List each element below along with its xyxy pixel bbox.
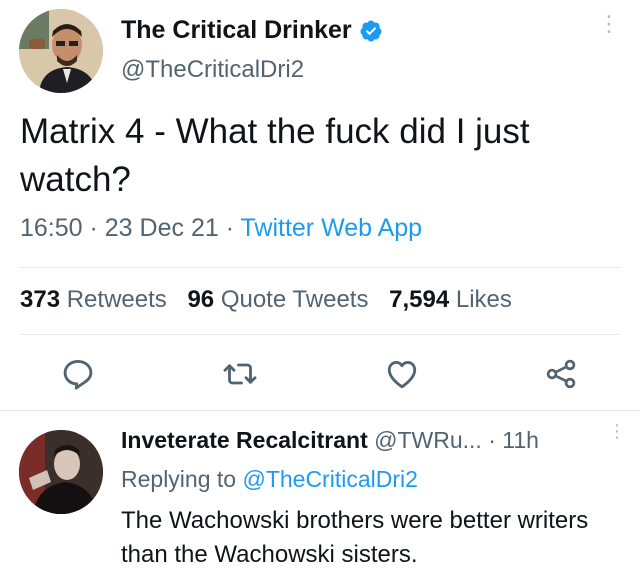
like-icon[interactable] bbox=[384, 356, 420, 392]
verified-badge-icon bbox=[360, 20, 382, 41]
divider bbox=[20, 334, 620, 335]
tweet-stats: 373 Retweets 96 Quote Tweets 7,594 Likes bbox=[20, 286, 526, 314]
retweets-stat[interactable]: 373 Retweets bbox=[20, 286, 167, 313]
quote-tweets-count: 96 bbox=[187, 286, 215, 313]
reply-handle[interactable]: @TWRu... bbox=[374, 427, 482, 453]
retweets-count: 373 bbox=[20, 286, 61, 313]
meta-separator: · bbox=[82, 214, 105, 242]
reply-author-avatar[interactable] bbox=[19, 430, 103, 514]
likes-count: 7,594 bbox=[389, 286, 450, 313]
quote-tweets-stat[interactable]: 96 Quote Tweets bbox=[187, 286, 368, 313]
retweet-icon[interactable] bbox=[222, 356, 258, 392]
tweet-date[interactable]: 23 Dec 21 bbox=[105, 214, 219, 242]
tweet-source[interactable]: Twitter Web App bbox=[241, 214, 423, 242]
reply-name-row: Inveterate Recalcitrant @TWRu... · 11h bbox=[121, 427, 539, 454]
more-options-icon[interactable]: ⋮ bbox=[598, 13, 620, 35]
tweet-time[interactable]: 16:50 bbox=[20, 214, 83, 242]
divider bbox=[20, 267, 620, 268]
reply-separator: · bbox=[481, 427, 503, 453]
author-handle[interactable]: @TheCriticalDri2 bbox=[121, 56, 304, 84]
author-avatar-image bbox=[19, 9, 103, 93]
retweets-label: Retweets bbox=[66, 286, 167, 313]
replying-to: Replying to @TheCriticalDri2 bbox=[121, 466, 418, 493]
reply-icon[interactable] bbox=[60, 356, 96, 392]
likes-label: Likes bbox=[455, 286, 512, 313]
reply-text: The Wachowski brothers were better write… bbox=[121, 507, 589, 568]
divider bbox=[0, 410, 640, 411]
reply-more-options-icon[interactable]: ⋮ bbox=[608, 422, 626, 440]
author-avatar[interactable] bbox=[19, 9, 103, 93]
author-display-name[interactable]: The Critical Drinker bbox=[121, 16, 352, 45]
meta-separator: · bbox=[218, 214, 241, 242]
tweet-text: Matrix 4 - What the fuck did I just watc… bbox=[20, 112, 530, 199]
replying-prefix: Replying to bbox=[121, 466, 243, 492]
replying-mention[interactable]: @TheCriticalDri2 bbox=[242, 466, 417, 492]
tweet-meta: 16:50 · 23 Dec 21 · Twitter Web App bbox=[20, 214, 422, 243]
author-name-row[interactable]: The Critical Drinker bbox=[121, 16, 383, 45]
share-icon[interactable] bbox=[543, 356, 579, 392]
reply-time[interactable]: 11h bbox=[502, 427, 539, 453]
quote-tweets-label: Quote Tweets bbox=[220, 286, 369, 313]
reply-author-avatar-image bbox=[19, 430, 103, 514]
likes-stat[interactable]: 7,594 Likes bbox=[389, 286, 512, 313]
tweet-actions bbox=[0, 356, 640, 396]
reply-display-name[interactable]: Inveterate Recalcitrant bbox=[121, 427, 368, 453]
